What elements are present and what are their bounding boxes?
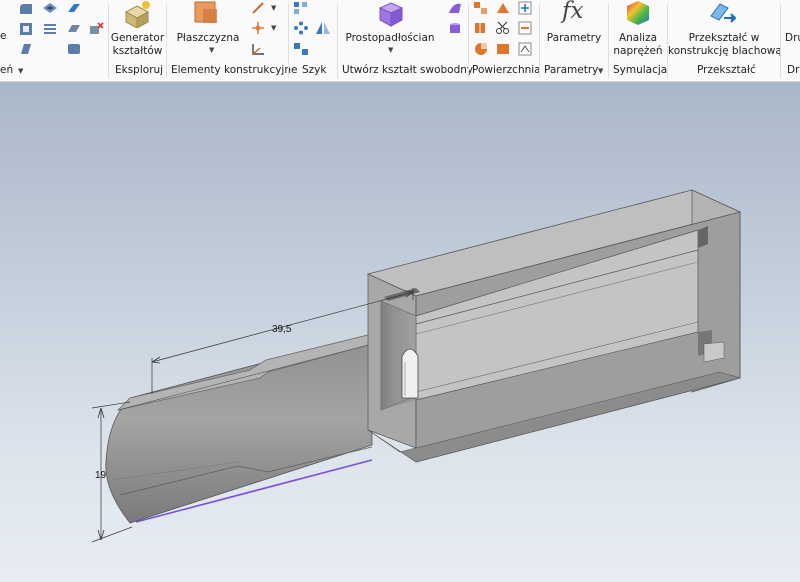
group-label-simulation: Symulacja: [613, 64, 668, 76]
group-label-pattern: Szyk: [302, 64, 327, 76]
group-label-partial-left: eń: [0, 64, 14, 76]
parameters-button[interactable]: Parametry: [540, 32, 608, 45]
convert-label-2: konstrukcję blachową: [668, 45, 782, 57]
group-label-partial-right: Dru: [787, 64, 800, 76]
stress-analysis-button[interactable]: Analiza naprężeń: [609, 32, 667, 58]
replace-face-icon[interactable]: [473, 42, 489, 56]
delete-face-icon[interactable]: [88, 22, 104, 36]
repair-icon[interactable]: [495, 42, 511, 56]
hole-icon[interactable]: [42, 2, 58, 16]
extend-icon[interactable]: [517, 21, 533, 35]
box-button[interactable]: Prostopadłościan: [338, 32, 442, 45]
ucs-icon[interactable]: [250, 42, 266, 56]
fillet-icon[interactable]: [18, 2, 34, 16]
plane-icon: [194, 1, 217, 23]
axis-icon[interactable]: [250, 1, 266, 15]
box-dropdown-caret[interactable]: ▼: [388, 46, 393, 54]
group-label-freeform: Utwórz kształt swobodny: [342, 64, 474, 76]
partial-right-label: Dru: [785, 32, 800, 44]
shape-generator-label-1: Generator: [110, 32, 165, 44]
group-explore: Generator kształtów Eksploruj: [109, 0, 166, 81]
thread-icon[interactable]: [42, 22, 58, 36]
fit-mesh-icon[interactable]: [517, 42, 533, 56]
housing-box[interactable]: [366, 189, 742, 463]
plane-button[interactable]: Płaszczyzna: [173, 32, 243, 45]
shaft[interactable]: [105, 333, 373, 524]
group-label-convert: Przekształć: [697, 64, 756, 76]
stress-analysis-icon: [627, 1, 649, 25]
ribbon: e eń ▼ Generator kształtów Eksploruj Pła…: [0, 0, 800, 82]
partial-right-button[interactable]: Dru: [785, 32, 800, 45]
stress-analysis-label-1: Analiza: [618, 32, 658, 44]
axis-caret[interactable]: ▼: [271, 4, 276, 12]
freeform-cylinder-icon[interactable]: [447, 21, 463, 35]
shape-generator-button[interactable]: Generator kształtów: [109, 32, 166, 58]
convert-label-1: Przekształć w: [688, 32, 760, 44]
scissors-icon[interactable]: [495, 21, 511, 35]
group-pattern: Szyk: [289, 0, 337, 81]
group-simulation: Analiza naprężeń Symulacja: [609, 0, 667, 81]
shape-generator-icon: [124, 1, 150, 28]
model-viewport[interactable]: 39,5 19: [0, 82, 800, 582]
group-label-work-features: Elementy konstrukcyjne: [171, 64, 298, 76]
freeform-face-icon[interactable]: [447, 1, 463, 15]
group-partial-left-caret[interactable]: ▼: [18, 67, 23, 75]
convert-sheet-metal-button[interactable]: Przekształć w konstrukcję blachową: [668, 32, 782, 58]
rectangular-pattern-icon[interactable]: [293, 1, 309, 15]
fx-icon: fx: [562, 0, 584, 24]
group-convert: Przekształć w konstrukcję blachową Przek…: [668, 0, 782, 81]
circular-pattern-icon[interactable]: [293, 21, 309, 35]
group-surface: Powierzchnia: [469, 0, 541, 81]
group-work-features: Płaszczyzna ▼ ▼ ▼ Elementy konstrukcyjne: [167, 0, 297, 81]
combine-icon[interactable]: [66, 42, 82, 56]
group-label-parameters: Parametry: [544, 64, 599, 76]
group-parameters: fx Parametry Parametry ▼: [540, 0, 608, 81]
trim-icon[interactable]: [473, 21, 489, 35]
sculpt-icon[interactable]: [495, 1, 511, 15]
parameters-label: Parametry: [546, 32, 602, 44]
partial-edge-char: e: [0, 30, 7, 42]
group-label-explore: Eksploruj: [115, 64, 164, 76]
plane-dropdown-caret[interactable]: ▼: [209, 46, 214, 54]
group-partial-left: e eń ▼: [0, 0, 108, 81]
convert-sheet-metal-icon: [710, 3, 737, 23]
work-point-caret[interactable]: ▼: [271, 24, 276, 32]
parameters-group-caret[interactable]: ▼: [598, 67, 603, 75]
box-label: Prostopadłościan: [345, 32, 435, 44]
shell-icon[interactable]: [18, 42, 34, 56]
group-freeform: Prostopadłościan ▼ Utwórz kształt swobod…: [338, 0, 473, 81]
dimension-length-text: 39,5: [272, 324, 292, 335]
dimension-height-text: 19: [95, 470, 107, 481]
draft-icon[interactable]: [66, 22, 82, 36]
sketch-pattern-icon[interactable]: [293, 42, 309, 56]
freeform-box-icon: [378, 2, 404, 27]
patch-icon[interactable]: [517, 1, 533, 15]
stress-analysis-label-2: naprężeń: [613, 45, 663, 57]
split-icon[interactable]: [66, 2, 82, 16]
work-point-icon[interactable]: [250, 21, 266, 35]
chamfer-icon[interactable]: [18, 22, 34, 36]
part-model: 39,5 19: [91, 189, 742, 543]
shape-generator-label-2: kształtów: [112, 45, 163, 57]
mirror-icon[interactable]: [315, 21, 331, 35]
group-label-surface: Powierzchnia: [472, 64, 541, 76]
stitch-icon[interactable]: [473, 1, 489, 15]
plane-label: Płaszczyzna: [176, 32, 240, 44]
group-partial-right: Dru Dru: [781, 0, 800, 81]
